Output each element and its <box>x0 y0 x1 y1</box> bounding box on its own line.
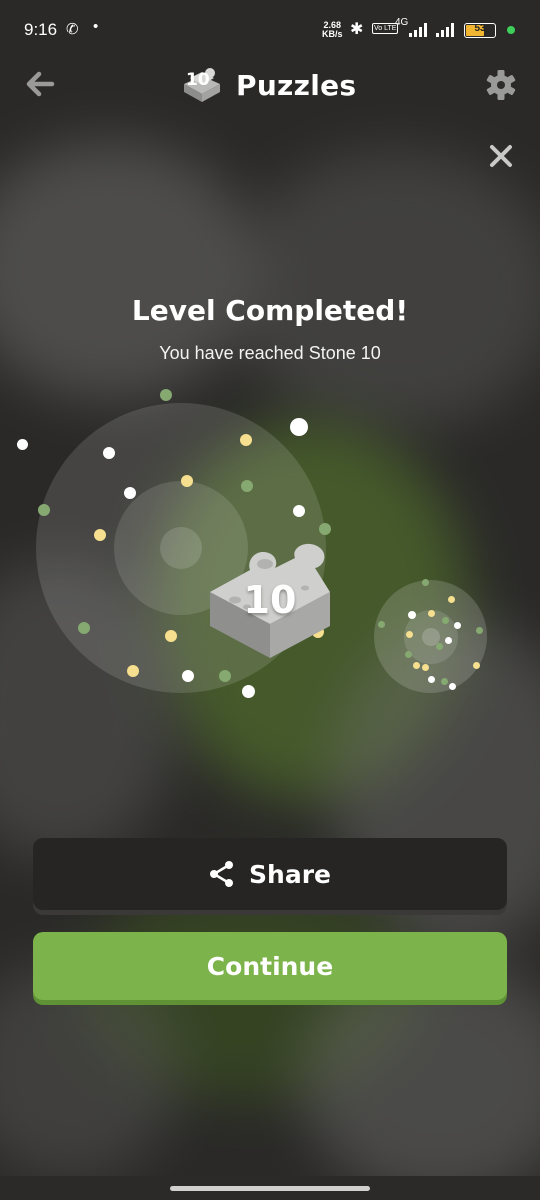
confetti-dot <box>182 670 194 682</box>
signal-bars-icon <box>409 23 427 37</box>
confetti-dot <box>445 637 452 644</box>
confetti-dot <box>94 529 106 541</box>
settings-button[interactable] <box>484 68 518 102</box>
confetti-dot <box>78 622 90 634</box>
confetti-dot <box>449 683 456 690</box>
bluetooth-icon: ✱ <box>350 21 364 38</box>
share-button[interactable]: Share <box>33 838 507 910</box>
confetti-dot <box>293 505 305 517</box>
puzzle-badge-icon: 10 <box>180 64 226 106</box>
confetti-dot <box>428 676 435 683</box>
confetti-dot <box>422 664 429 671</box>
battery-icon: 53 <box>464 23 496 38</box>
notification-dot: • <box>93 18 99 35</box>
confetti-dot <box>473 662 480 669</box>
confetti-dot <box>17 439 28 450</box>
confetti-dot <box>413 662 420 669</box>
net-speed-unit: KB/s <box>322 29 343 39</box>
continue-label: Continue <box>206 951 334 981</box>
page-title: Puzzles <box>236 68 357 102</box>
confetti-dot <box>319 523 331 535</box>
confetti-dot <box>160 389 172 401</box>
continue-button[interactable]: Continue <box>33 932 507 1000</box>
status-time: 9:16 <box>24 20 58 39</box>
confetti-dot <box>240 434 252 446</box>
puzzle-level-number: 10 <box>243 578 297 622</box>
level-subheading: You have reached Stone 10 <box>159 343 381 363</box>
arrow-left-icon <box>26 71 55 97</box>
confetti-dot <box>442 617 449 624</box>
header-title-group: 10 Puzzles <box>180 64 356 106</box>
confetti-dot <box>124 487 136 499</box>
confetti-dot <box>219 670 231 682</box>
phone-call-icon: ✆ <box>66 21 79 38</box>
confetti-dot <box>165 630 177 642</box>
confetti-dot <box>181 475 193 487</box>
confetti-dot <box>405 651 412 658</box>
battery-level: 53 <box>474 23 486 34</box>
close-button[interactable] <box>486 141 516 171</box>
confetti-dot <box>448 596 455 603</box>
level-completed-heading: Level Completed! <box>131 294 409 327</box>
confetti-dot <box>38 504 50 516</box>
net-speed: 2.68 KB/s <box>322 21 343 39</box>
status-bar: 9:16 ✆ • 2.68 KB/s ✱ Vo LTE 4G 53 <box>0 0 540 60</box>
confetti-dot <box>241 480 253 492</box>
confetti-dot <box>290 418 308 436</box>
confetti-dot <box>476 627 483 634</box>
close-icon <box>490 145 512 167</box>
signal-bars-2-icon <box>436 23 454 37</box>
confetti-dot <box>406 631 413 638</box>
glow-ring-core <box>160 527 202 569</box>
active-indicator-dot <box>507 26 515 34</box>
confetti-dot <box>242 685 255 698</box>
confetti-dot <box>428 610 435 617</box>
confetti-dot <box>436 643 443 650</box>
confetti-dot <box>378 621 385 628</box>
confetti-dot <box>422 579 429 586</box>
back-button[interactable] <box>22 66 58 102</box>
confetti-dot <box>127 665 139 677</box>
share-icon <box>210 861 234 887</box>
confetti-dot <box>103 447 115 459</box>
share-label: Share <box>249 859 331 889</box>
gear-icon <box>486 70 516 100</box>
badge-number: 10 <box>186 70 210 90</box>
network-type: 4G <box>395 17 409 28</box>
confetti-dot <box>454 622 461 629</box>
confetti-dot <box>408 611 416 619</box>
confetti-dot <box>441 678 448 685</box>
home-indicator[interactable] <box>170 1186 370 1191</box>
